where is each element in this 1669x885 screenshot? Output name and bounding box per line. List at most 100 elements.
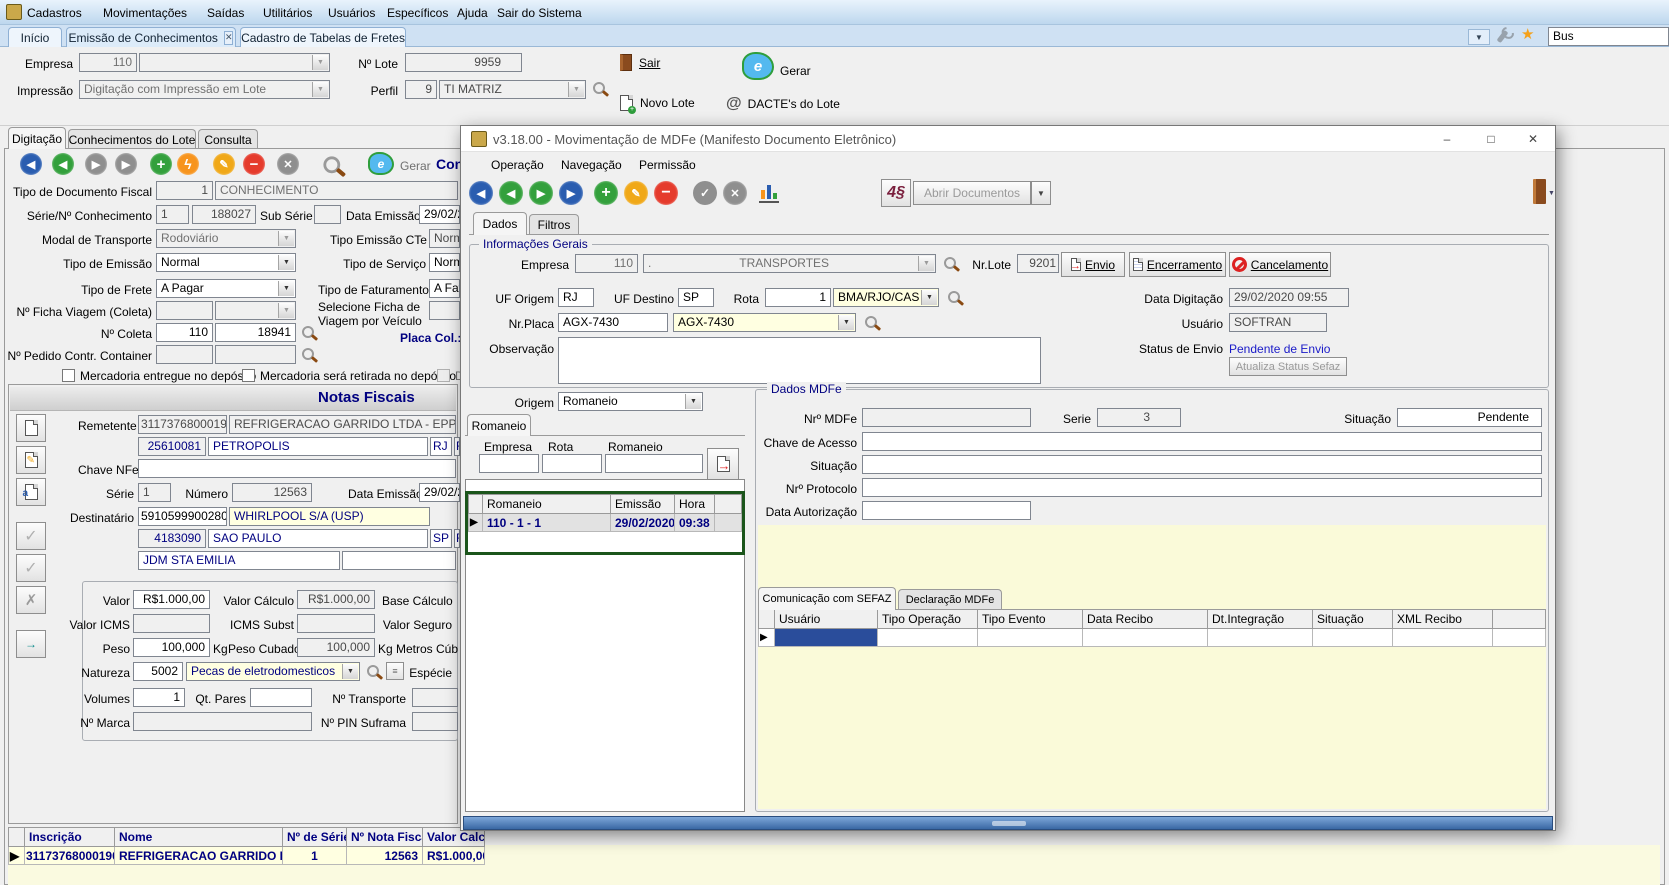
maximize-button[interactable]: □	[1469, 126, 1513, 152]
dialog-menu-operacao[interactable]: Operação	[491, 157, 544, 173]
rota-search-icon[interactable]	[947, 290, 964, 307]
tipo-doc-code-field[interactable]: 1	[156, 181, 213, 200]
qt-pares-field[interactable]	[250, 688, 312, 707]
rota-code-field[interactable]: 1	[765, 288, 831, 307]
mercadoria-retirada-checkbox[interactable]	[242, 369, 255, 382]
menu-ajuda[interactable]: Ajuda	[457, 5, 488, 21]
nota-transfer-button[interactable]: →	[16, 630, 46, 658]
col-nota-fiscal[interactable]: Nº Nota Fiscal	[347, 828, 423, 847]
natureza-combo[interactable]: Pecas de eletrodomesticos	[186, 662, 360, 681]
observacao-textarea[interactable]	[558, 337, 1041, 384]
sefaz-col-usuario[interactable]: Usuário	[775, 610, 878, 629]
col-serie[interactable]: Nº de Série	[283, 828, 347, 847]
abrir-documentos-arrow[interactable]: ▼	[1031, 181, 1051, 205]
subtab-conhecimentos[interactable]: Conhecimentos do Lote	[68, 129, 196, 149]
nota-confirm-button[interactable]: ✓	[16, 522, 46, 550]
icms-subst-field[interactable]	[297, 614, 375, 633]
dlg-confirm-button[interactable]: ✓	[693, 181, 717, 205]
menu-usuarios[interactable]: Usuários	[328, 5, 375, 21]
menu-sair-sistema[interactable]: Sair do Sistema	[497, 5, 582, 21]
dacte-button[interactable]: @ DACTE's do Lote	[726, 95, 840, 113]
tab-emissao-conhecimentos[interactable]: Emissão de Conhecimentos ✕	[66, 27, 236, 47]
romaneio-romaneio-input[interactable]	[605, 454, 703, 473]
romaneio-empresa-input[interactable]	[479, 454, 539, 473]
natureza-search-icon[interactable]	[366, 664, 383, 681]
dialog-menu-permissao[interactable]: Permissão	[639, 157, 696, 173]
first-record-button[interactable]: ◀	[20, 153, 42, 175]
empresa-combo[interactable]	[139, 53, 330, 72]
nota-cancel-button[interactable]: ✗	[16, 586, 46, 614]
nota-new-button[interactable]	[16, 414, 46, 442]
data-digitacao-field[interactable]: 29/02/2020 09:55	[1229, 288, 1349, 307]
nlote-field[interactable]: 9959	[405, 53, 522, 72]
destinatario-endereco2-field[interactable]	[342, 551, 456, 570]
mdfe-logo-icon[interactable]: e	[742, 52, 774, 80]
impressao-combo[interactable]: Digitação com Impressão em Lote	[79, 80, 330, 99]
tab-close-icon[interactable]: ✕	[224, 31, 234, 45]
placa-search-icon[interactable]	[864, 315, 881, 332]
tipo-faturamento-field[interactable]: A Faturar	[429, 279, 460, 298]
minimize-button[interactable]: –	[1425, 126, 1469, 152]
dlg-tab-filtros[interactable]: Filtros	[529, 214, 579, 235]
destinatario-nome-field[interactable]: WHIRLPOOL S/A (USP)	[229, 507, 430, 526]
dlg-cancel-button[interactable]: ✕	[723, 181, 747, 205]
usuario-field[interactable]: SOFTRAN	[1229, 313, 1327, 332]
numero-conhecimento-field[interactable]: 188027	[192, 205, 256, 224]
dlg-previous-button[interactable]: ◀	[499, 181, 523, 205]
tipo-emissao-cte-field[interactable]: Normal	[429, 229, 460, 248]
destinatario-endereco-field[interactable]: JDM STA EMILIA	[138, 551, 340, 570]
sefaz-col-tipo-operacao[interactable]: Tipo Operação	[878, 610, 978, 629]
subtab-digitacao[interactable]: Digitação	[8, 127, 66, 149]
envio-button[interactable]: → Envio	[1061, 252, 1125, 277]
previous-record-button[interactable]: ◀	[52, 153, 74, 175]
sefaz-empty-row[interactable]: ▶	[759, 629, 1546, 647]
edit-button[interactable]: ✎	[213, 153, 235, 175]
destinatario-doc-field[interactable]: 59105999002804	[138, 507, 227, 526]
last-record-button[interactable]: ▶	[115, 153, 137, 175]
nota-confirm-all-button[interactable]: ✓	[16, 554, 46, 582]
remetente-cidade-cod-field[interactable]: 25610081	[138, 437, 206, 456]
destinatario-uf-field[interactable]: SP	[430, 529, 452, 548]
dlg-last-button[interactable]: ▶	[559, 181, 583, 205]
avisos-icon-button[interactable]: 4§	[881, 179, 911, 207]
remetente-cidade-field[interactable]: PETROPOLIS	[208, 437, 428, 456]
rota-combo[interactable]: BMA/RJO/CAS	[833, 288, 939, 307]
add-button[interactable]: +	[150, 153, 172, 175]
declaracao-checkbox[interactable]	[437, 369, 450, 382]
coleta-num-field[interactable]: 18941	[215, 323, 296, 342]
pin-suframa-field[interactable]	[412, 712, 458, 731]
peso-cubado-field[interactable]: 100,000	[297, 638, 375, 657]
remetente-uf-field[interactable]: RJ	[430, 437, 452, 456]
placa-combo[interactable]: AGX-7430	[673, 313, 856, 332]
search-input[interactable]: Bus	[1548, 27, 1669, 46]
perfil-combo[interactable]: TI MATRIZ	[439, 80, 586, 99]
menu-cadastros[interactable]: Cadastros	[27, 5, 82, 21]
romaneio-col-emissao[interactable]: Emissão	[611, 495, 675, 514]
favorite-star-icon[interactable]: ★	[1521, 27, 1534, 43]
abrir-documentos-button[interactable]: Abrir Documentos	[913, 181, 1031, 205]
n-marca-field[interactable]	[133, 712, 312, 731]
delete-button[interactable]: −	[243, 153, 265, 175]
nr-mdfe-field[interactable]	[862, 408, 1031, 427]
dlg-empresa-search-icon[interactable]	[943, 256, 960, 273]
gerar-cte-label[interactable]: Gerar	[400, 158, 431, 174]
protocolo-field[interactable]	[862, 478, 1542, 497]
remetente-doc-field[interactable]: 31173768000190	[138, 415, 227, 434]
data-emissao-field[interactable]: 29/02/2020	[419, 205, 460, 224]
remetente-nome-field[interactable]: REFRIGERACAO GARRIDO LTDA - EPP	[229, 415, 456, 434]
peso-field[interactable]: 100,000	[133, 638, 210, 657]
book-icon[interactable]	[1533, 179, 1546, 204]
tipo-frete-combo[interactable]: A Pagar	[156, 279, 296, 298]
tipo-servico-field[interactable]: Normal	[429, 253, 460, 272]
tab-cadastro-tabelas[interactable]: Cadastro de Tabelas de Fretes	[240, 27, 406, 47]
dlg-empresa-combo[interactable]: . TRANSPORTES	[643, 254, 936, 273]
valor-icms-field[interactable]	[133, 614, 210, 633]
romaneio-col-hora[interactable]: Hora	[675, 495, 715, 514]
modal-combo[interactable]: Rodoviário	[156, 229, 296, 248]
encerramento-button[interactable]: Encerramento	[1129, 252, 1226, 277]
sefaz-col-situacao[interactable]: Situação	[1313, 610, 1393, 629]
cancelamento-button[interactable]: Cancelamento	[1229, 252, 1331, 277]
nota-serie-field[interactable]: 1	[138, 483, 171, 502]
tipo-doc-field[interactable]: CONHECIMENTO	[215, 181, 458, 200]
valor-field[interactable]: R$1.000,00	[133, 590, 210, 609]
